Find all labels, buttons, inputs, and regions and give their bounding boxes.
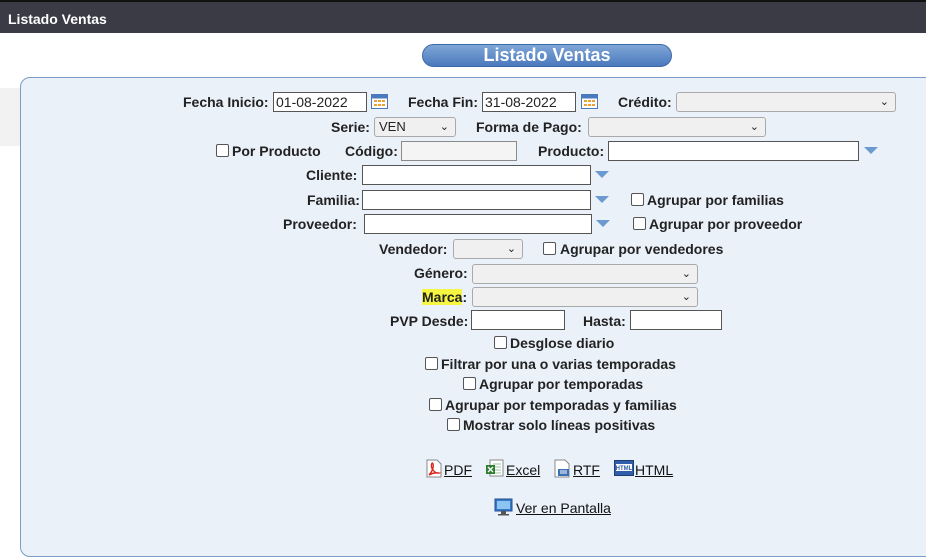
agrupar-temporadas-label: Agrupar por temporadas [479, 376, 644, 392]
forma-pago-select[interactable]: ⌄ [588, 117, 766, 137]
credito-select[interactable]: ⌄ [676, 92, 896, 112]
triangle-down-icon[interactable] [595, 171, 609, 178]
solo-positivas-label: Mostrar solo líneas positivas [463, 417, 656, 433]
genero-label: Género: [414, 265, 468, 281]
marca-label: Marca: [422, 289, 467, 305]
agrupar-temporadas-familias-label: Agrupar por temporadas y familias [445, 397, 677, 413]
forma-pago-label: Forma de Pago: [476, 119, 582, 135]
window-title-bar: Listado Ventas [0, 0, 926, 33]
agrupar-proveedor-checkbox[interactable] [633, 217, 646, 230]
page-title: Listado Ventas [422, 44, 672, 67]
excel-link[interactable]: Excel [506, 462, 540, 478]
monitor-icon[interactable] [494, 498, 513, 516]
rtf-link[interactable]: RTF [573, 462, 600, 478]
por-producto-label: Por Producto [232, 143, 321, 159]
solo-positivas-checkbox[interactable] [447, 418, 460, 431]
html-link[interactable]: HTML [635, 462, 673, 478]
agrupar-vendedores-label: Agrupar por vendedores [560, 241, 724, 257]
producto-input[interactable] [608, 141, 859, 161]
por-producto-checkbox[interactable] [216, 144, 229, 157]
codigo-label: Código: [345, 143, 398, 159]
serie-label: Serie: [331, 119, 370, 135]
html-icon[interactable]: HTML [614, 460, 634, 476]
triangle-down-icon[interactable] [596, 220, 610, 227]
chevron-down-icon: ⌄ [439, 121, 449, 133]
fecha-inicio-input[interactable]: 01-08-2022 [273, 92, 367, 112]
hasta-input[interactable] [630, 310, 722, 330]
pdf-link[interactable]: PDF [444, 462, 472, 478]
triangle-down-icon[interactable] [864, 147, 878, 154]
excel-icon[interactable] [485, 459, 505, 478]
agrupar-proveedor-label: Agrupar por proveedor [649, 216, 803, 232]
genero-select[interactable]: ⌄ [472, 264, 698, 284]
hasta-label: Hasta: [583, 313, 626, 329]
pdf-icon[interactable] [425, 459, 443, 478]
left-strip [0, 88, 20, 146]
marca-select[interactable]: ⌄ [472, 287, 698, 307]
filtrar-temporadas-label: Filtrar por una o varias temporadas [441, 356, 676, 372]
credito-label: Crédito: [618, 94, 672, 110]
chevron-down-icon: ⌄ [879, 96, 889, 108]
triangle-down-icon[interactable] [595, 196, 609, 203]
calendar-icon[interactable] [371, 93, 388, 109]
agrupar-vendedores-checkbox[interactable] [543, 242, 556, 255]
svg-text:HTML: HTML [616, 466, 633, 472]
marca-colon: : [462, 289, 468, 305]
familia-label: Familia: [307, 192, 360, 208]
pvp-desde-input[interactable] [471, 310, 565, 330]
serie-value: VEN [379, 119, 406, 134]
fecha-inicio-label: Fecha Inicio: [183, 94, 269, 110]
chevron-down-icon: ⌄ [506, 243, 516, 255]
rtf-icon[interactable] [552, 459, 572, 478]
vendedor-select[interactable]: ⌄ [453, 239, 523, 259]
calendar-icon[interactable] [581, 93, 598, 109]
vendedor-label: Vendedor: [379, 241, 448, 257]
marca-highlight: Marca [422, 289, 463, 305]
chevron-down-icon: ⌄ [681, 268, 691, 280]
window-title: Listado Ventas [8, 11, 107, 27]
ver-en-pantalla-link[interactable]: Ver en Pantalla [516, 500, 611, 516]
agrupar-familias-checkbox[interactable] [631, 193, 644, 206]
chevron-down-icon: ⌄ [681, 291, 691, 303]
serie-select[interactable]: VEN ⌄ [374, 117, 456, 137]
agrupar-temporadas-familias-checkbox[interactable] [429, 398, 442, 411]
agrupar-temporadas-checkbox[interactable] [463, 377, 476, 390]
filtrar-temporadas-checkbox[interactable] [425, 357, 438, 370]
proveedor-input[interactable] [364, 214, 592, 234]
fecha-fin-label: Fecha Fin: [408, 94, 479, 110]
producto-label: Producto: [538, 143, 605, 159]
fecha-fin-input[interactable]: 31-08-2022 [482, 92, 576, 112]
agrupar-familias-label: Agrupar por familias [647, 192, 784, 208]
pvp-desde-label: PVP Desde: [390, 313, 469, 329]
desglose-diario-checkbox[interactable] [494, 336, 507, 349]
familia-input[interactable] [362, 190, 591, 210]
cliente-label: Cliente: [306, 167, 358, 183]
codigo-input[interactable] [401, 141, 517, 161]
cliente-input[interactable] [362, 165, 591, 185]
proveedor-label: Proveedor: [283, 216, 357, 232]
chevron-down-icon: ⌄ [749, 121, 759, 133]
desglose-diario-label: Desglose diario [510, 335, 615, 351]
